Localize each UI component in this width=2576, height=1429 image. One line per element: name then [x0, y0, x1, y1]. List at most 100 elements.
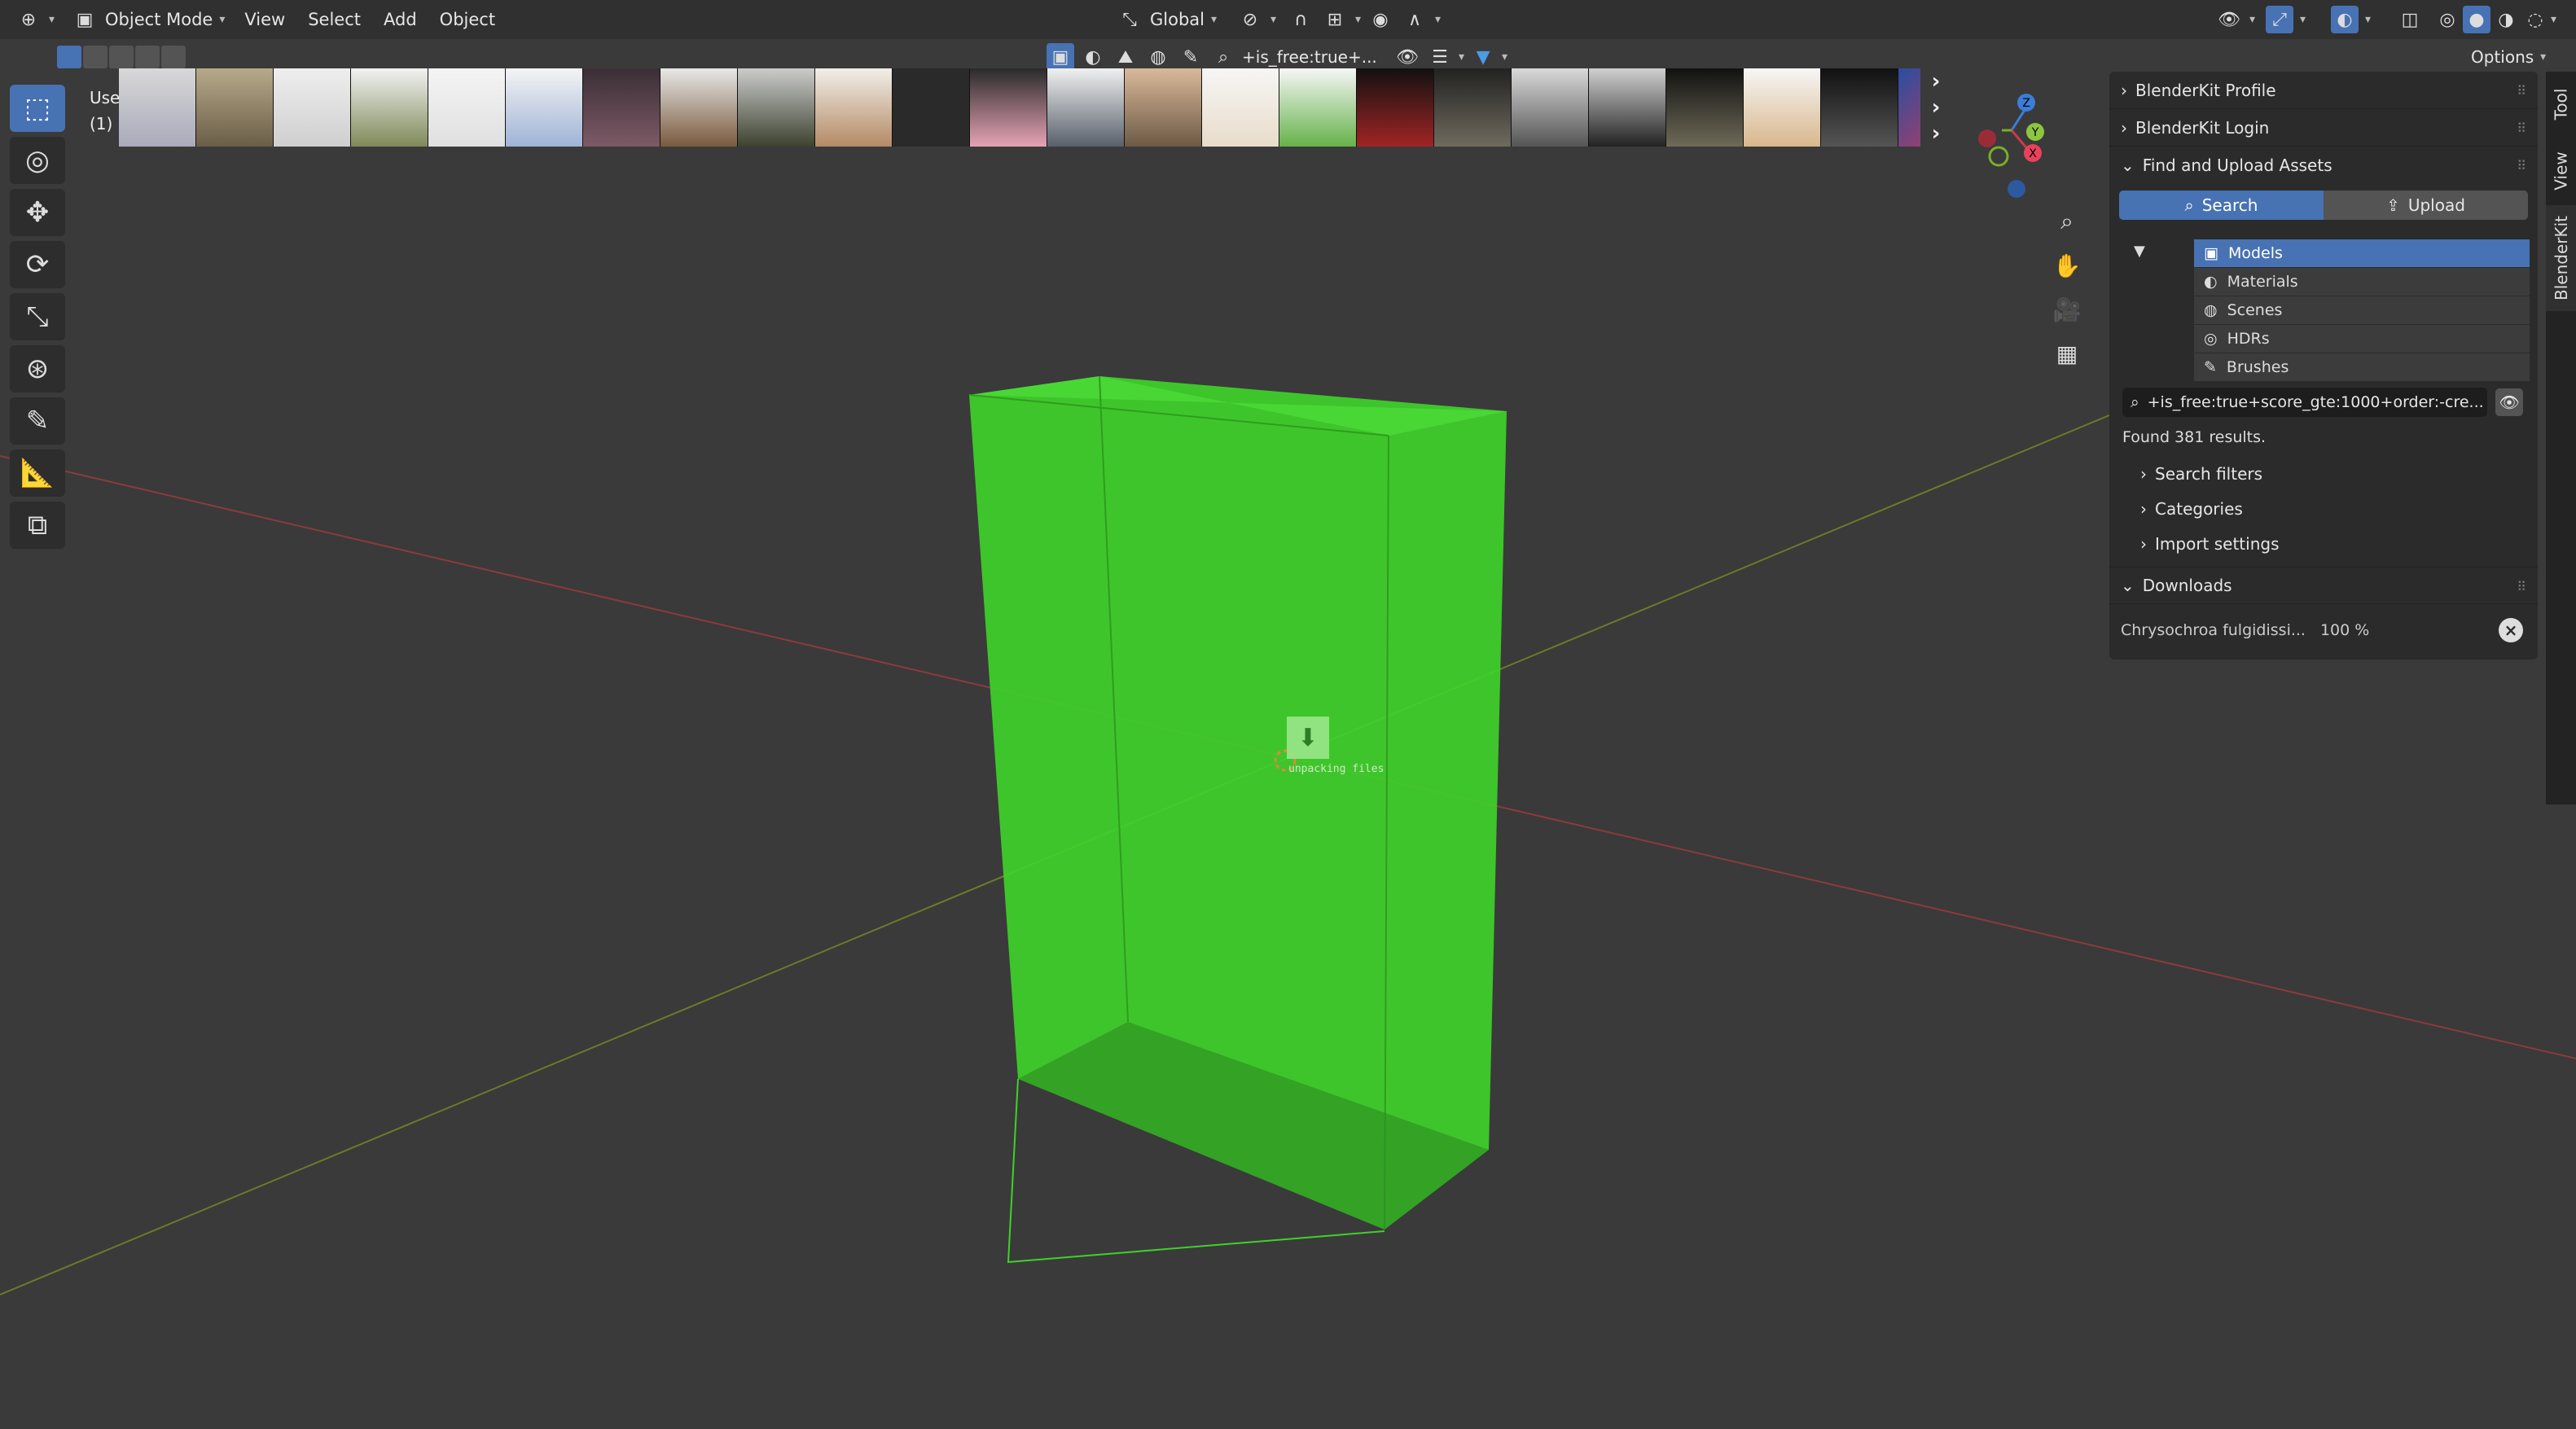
move-tool[interactable]: ✥	[10, 189, 65, 236]
asset-thumbnail-1[interactable]	[196, 68, 274, 147]
asset-thumbnail-10[interactable]	[893, 68, 970, 147]
section-login[interactable]: › BlenderKit Login ⠿	[2109, 109, 2538, 147]
asset-type-scenes[interactable]: ◍ Scenes	[2194, 296, 2530, 324]
menu-object[interactable]: Object	[428, 10, 507, 29]
menu-add[interactable]: Add	[372, 10, 428, 29]
drag-handle-icon[interactable]: ⠿	[2517, 121, 2526, 136]
editor-type-button[interactable]: ⊕ ▾	[0, 5, 63, 34]
select-intersect-mode[interactable]	[161, 46, 186, 68]
rendered-shading-icon[interactable]: ◌	[2521, 6, 2549, 33]
brush-type-icon[interactable]: ✎	[1177, 43, 1205, 71]
list-icon[interactable]: ☰	[1426, 43, 1454, 71]
tab-search[interactable]: ⌕ Search	[2119, 191, 2324, 220]
asset-thumbnail-7[interactable]	[660, 68, 738, 147]
gizmo-toggle[interactable]: ⤢ ▾	[2258, 5, 2314, 34]
tab-view[interactable]: View	[2546, 138, 2576, 204]
menu-view[interactable]: View	[233, 10, 296, 29]
drag-handle-icon[interactable]: ⠿	[2517, 83, 2526, 99]
asset-thumbnail-12[interactable]	[1047, 68, 1125, 147]
select-extend-mode[interactable]	[83, 46, 108, 68]
eye-icon[interactable]: 👁	[2495, 388, 2523, 416]
asset-thumbnail-13[interactable]	[1125, 68, 1202, 147]
zoom-icon[interactable]: ⌕	[2044, 202, 2090, 241]
model-type-icon[interactable]: ▣	[1047, 43, 1074, 71]
asset-thumbnail-9[interactable]	[815, 68, 893, 147]
asset-thumbnail-4[interactable]	[428, 68, 506, 147]
asset-thumbnail-14[interactable]	[1202, 68, 1279, 147]
mode-dropdown[interactable]: ▣ Object Mode ▾	[63, 5, 233, 34]
pan-hand-icon[interactable]: ✋	[2044, 246, 2090, 285]
asset-type-brushes[interactable]: ✎ Brushes	[2194, 353, 2530, 381]
asset-thumbnail-16[interactable]	[1357, 68, 1434, 147]
tab-blenderkit[interactable]: BlenderKit	[2546, 205, 2576, 311]
asset-thumbnail-3[interactable]	[351, 68, 428, 147]
rotate-tool[interactable]: ⟳	[10, 241, 65, 288]
asset-thumbnail-22[interactable]	[1821, 68, 1898, 147]
visibility-dropdown[interactable]: 👁 ▾	[2207, 5, 2263, 34]
options-dropdown[interactable]: Options ▾	[2471, 44, 2546, 70]
transform-orientation-dropdown[interactable]: ⤡ Global ▾	[1108, 5, 1225, 34]
snap-toggle[interactable]: ∩ ⊞ ▾	[1279, 5, 1369, 34]
drag-handle-icon[interactable]: ⠿	[2517, 579, 2526, 594]
select-box-tool[interactable]: ⬚	[10, 85, 65, 132]
subsection-import-settings[interactable]: › Import settings	[2140, 534, 2280, 554]
select-difference-mode[interactable]	[135, 46, 160, 68]
add-cube-tool[interactable]: ⧉	[10, 502, 65, 549]
select-new-mode[interactable]	[57, 46, 81, 68]
asset-thumbnail-18[interactable]	[1512, 68, 1589, 147]
tab-upload[interactable]: ⇪ Upload	[2324, 191, 2528, 220]
asset-thumbnail-8[interactable]	[738, 68, 815, 147]
solid-shading-icon[interactable]: ●	[2463, 6, 2490, 33]
section-find-upload[interactable]: ⌄ Find and Upload Assets ⠿	[2109, 147, 2538, 184]
asset-thumbnail-5[interactable]	[506, 68, 583, 147]
cancel-download-icon[interactable]: ×	[2499, 618, 2523, 642]
asset-thumbnail-6[interactable]	[583, 68, 660, 147]
asset-bar[interactable]	[119, 68, 1920, 147]
scale-tool[interactable]: ⤡	[10, 293, 65, 340]
subsection-categories[interactable]: › Categories	[2140, 499, 2243, 519]
pivot-point-dropdown[interactable]: ⊘ ▾	[1228, 5, 1284, 34]
subsection-search-filters[interactable]: › Search filters	[2140, 464, 2262, 484]
shading-modes[interactable]: ◎ ● ◑ ◌ ▾	[2425, 5, 2565, 34]
asset-thumbnail-2[interactable]	[274, 68, 351, 147]
header-search-field[interactable]: +is_free:true+...	[1242, 47, 1389, 67]
eye-icon[interactable]: 👁	[1393, 43, 1421, 71]
cursor-tool[interactable]: ◎	[10, 137, 65, 184]
asset-thumbnail-0[interactable]	[119, 68, 196, 147]
asset-thumbnail-23[interactable]	[1898, 68, 1920, 147]
section-profile[interactable]: › BlenderKit Profile ⠿	[2109, 72, 2538, 109]
asset-type-collapse-icon[interactable]: ▼	[2134, 243, 2145, 260]
menu-select[interactable]: Select	[296, 10, 372, 29]
asset-thumbnail-20[interactable]	[1666, 68, 1744, 147]
asset-bar-next-icon[interactable]: ›	[1926, 69, 1946, 94]
overlays-toggle[interactable]: ◐ ▾	[2323, 5, 2379, 34]
scene-type-icon[interactable]: ⛰	[1112, 43, 1139, 71]
asset-type-models[interactable]: ▣ Models	[2194, 239, 2530, 267]
select-subtract-mode[interactable]	[109, 46, 134, 68]
asset-type-hdrs[interactable]: ◎ HDRs	[2194, 325, 2530, 353]
asset-bar-next-icon[interactable]: ›	[1926, 95, 1946, 120]
measure-tool[interactable]: 📐	[10, 449, 65, 497]
filter-icon[interactable]: ▼	[1469, 43, 1497, 71]
material-type-icon[interactable]: ◐	[1079, 43, 1107, 71]
transform-tool[interactable]: ⊛	[10, 345, 65, 392]
asset-thumbnail-11[interactable]	[970, 68, 1047, 147]
perspective-grid-icon[interactable]: ▦	[2044, 334, 2090, 373]
material-shading-icon[interactable]: ◑	[2492, 6, 2520, 33]
navigation-gizmo[interactable]: Z X Y	[1971, 90, 2052, 204]
search-input[interactable]: ⌕ +is_free:true+score_gte:1000+order:-cr…	[2122, 388, 2488, 417]
proportional-editing-toggle[interactable]: ◉ ∧ ▾	[1358, 5, 1449, 34]
asset-bar-next-icon[interactable]: ›	[1926, 121, 1946, 146]
asset-thumbnail-17[interactable]	[1434, 68, 1512, 147]
asset-thumbnail-15[interactable]	[1279, 68, 1357, 147]
asset-type-materials[interactable]: ◐ Materials	[2194, 268, 2530, 296]
hdr-type-icon[interactable]: ◍	[1144, 43, 1172, 71]
tab-tool[interactable]: Tool	[2546, 72, 2576, 137]
asset-thumbnail-21[interactable]	[1744, 68, 1821, 147]
wireframe-shading-icon[interactable]: ◎	[2433, 6, 2461, 33]
section-downloads[interactable]: ⌄ Downloads ⠿	[2109, 567, 2538, 604]
drag-handle-icon[interactable]: ⠿	[2517, 158, 2526, 173]
asset-thumbnail-19[interactable]	[1589, 68, 1666, 147]
annotate-tool[interactable]: ✎	[10, 397, 65, 445]
camera-icon[interactable]: 🎥	[2044, 290, 2090, 329]
